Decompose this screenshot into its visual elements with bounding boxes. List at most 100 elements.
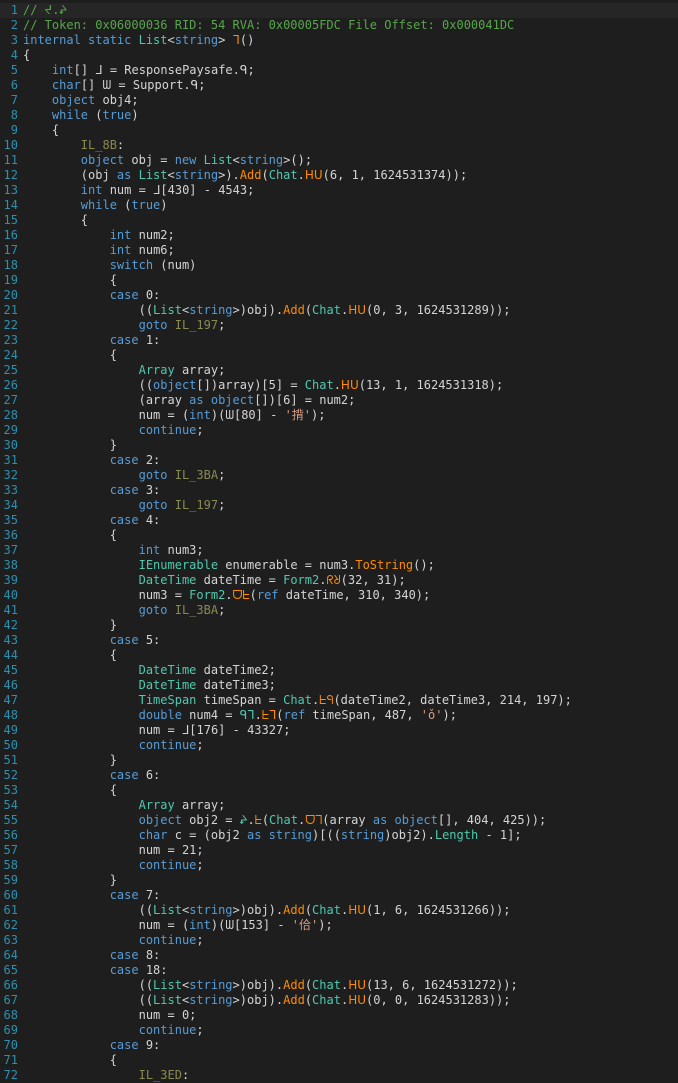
code-line[interactable]: 55 object obj2 = ᖨ.ᖶ(Chat.ᗜᒣ(array as ob… [0,813,678,828]
code-line[interactable]: 33 case 3: [0,483,678,498]
code-line[interactable]: 53 { [0,783,678,798]
code-line[interactable]: 7 object obj4; [0,93,678,108]
line-number: 36 [3,528,18,542]
code-line[interactable]: 13 int num = ᒧ[430] - 4543; [0,183,678,198]
code-line[interactable]: 32 goto IL_3BA; [0,468,678,483]
code-text: continue; [23,858,204,873]
code-line[interactable]: 59 } [0,873,678,888]
code-line[interactable]: 25 Array array; [0,363,678,378]
code-token-plain: } [23,618,117,632]
code-line[interactable]: 39 DateTime dateTime = Form2.ᖇᖈ(32, 31); [0,573,678,588]
code-line[interactable]: 45 DateTime dateTime2; [0,663,678,678]
code-token-plain: num = ( [23,408,190,422]
code-line[interactable]: 14 while (true) [0,198,678,213]
code-token-keyword: case [109,963,139,977]
code-line[interactable]: 21 ((List<string>)obj).Add(Chat.ᕼᑌ(0, 3,… [0,303,678,318]
code-line[interactable]: 64 case 8: [0,948,678,963]
code-text: Array array; [23,363,226,378]
code-line[interactable]: 16 int num2; [0,228,678,243]
code-line[interactable]: 65 case 18: [0,963,678,978]
code-line[interactable]: 29 continue; [0,423,678,438]
code-line[interactable]: 47 TimeSpan timeSpan = Chat.ᖶᑫ(dateTime2… [0,693,678,708]
code-line[interactable]: 66 ((List<string>)obj).Add(Chat.ᕼᑌ(13, 6… [0,978,678,993]
code-line[interactable]: 71 { [0,1053,678,1068]
code-text: // Token: 0x06000036 RID: 54 RVA: 0x0000… [23,18,514,33]
code-line[interactable]: 3 internal static List<string> ᒣ() [0,33,678,48]
code-line[interactable]: 42 } [0,618,678,633]
code-line[interactable]: 17 int num6; [0,243,678,258]
line-number: 23 [3,333,18,347]
code-line[interactable]: 34 goto IL_197; [0,498,678,513]
line-number: 18 [3,258,18,272]
code-line[interactable]: 19 { [0,273,678,288]
code-line[interactable]: 22 goto IL_197; [0,318,678,333]
code-line[interactable]: 67 ((List<string>)obj).Add(Chat.ᕼᑌ(0, 0,… [0,993,678,1008]
code-editor[interactable]: 1 // ᔪ.ᖨ 2 // Token: 0x06000036 RID: 54 RVA… [0,0,678,1082]
code-line[interactable]: 41 goto IL_3BA; [0,603,678,618]
code-line[interactable]: 27 (array as object[])[6] = num2; [0,393,678,408]
code-line[interactable]: 24 { [0,348,678,363]
code-line[interactable]: 60 case 7: [0,888,678,903]
code-line[interactable]: 15 { [0,213,678,228]
code-text: while (true) [23,108,139,123]
line-number: 57 [3,843,18,857]
code-token-plain: dateTime3; [196,678,276,692]
code-line[interactable]: 46 DateTime dateTime3; [0,678,678,693]
code-line[interactable]: 50 continue; [0,738,678,753]
line-number: 51 [3,753,18,767]
code-line[interactable]: 70 case 9: [0,1038,678,1053]
code-line[interactable]: 48 double num4 = ᑫᒣ.ᖶᒣ(ref timeSpan, 487… [0,708,678,723]
code-token-plain: num = ( [23,918,190,932]
code-line[interactable]: 23 case 1: [0,333,678,348]
code-line[interactable]: 61 ((List<string>)obj).Add(Chat.ᕼᑌ(1, 6,… [0,903,678,918]
code-line[interactable]: 43 case 5: [0,633,678,648]
code-line[interactable]: 12 (obj as List<string>).Add(Chat.ᕼᑌ(6, … [0,168,678,183]
code-token-keyword: int [80,183,103,197]
code-line[interactable]: 10 IL_8B: [0,138,678,153]
code-line[interactable]: 35 case 4: [0,513,678,528]
code-token-keyword: string [189,993,233,1007]
code-token-keyword: case [109,948,139,962]
code-line[interactable]: 11 object obj = new List<string>(); [0,153,678,168]
code-line[interactable]: 18 switch (num) [0,258,678,273]
code-line[interactable]: 36 { [0,528,678,543]
code-line[interactable]: 5 int[] ᒧ = ResponsePaysafe.ᑫ; [0,63,678,78]
code-line[interactable]: 62 num = (int)(ᗯ[153] - '佮'); [0,918,678,933]
code-line[interactable]: 57 num = 21; [0,843,678,858]
code-line[interactable]: 58 continue; [0,858,678,873]
code-line[interactable]: 8 while (true) [0,108,678,123]
code-line[interactable]: 31 case 2: [0,453,678,468]
code-line[interactable]: 9 { [0,123,678,138]
code-line[interactable]: 6 char[] ᗯ = Support.ᑫ; [0,78,678,93]
code-token-plain: (13, 6, 1624531272)); [366,978,518,992]
code-token-plain: (num) [153,258,197,272]
code-token-keyword: case [109,453,139,467]
line-number: 28 [3,408,18,422]
code-line[interactable]: 44 { [0,648,678,663]
code-token-plain: < [167,33,175,47]
code-line[interactable]: 4{ [0,48,678,63]
code-line[interactable]: 1 // ᔪ.ᖨ [0,3,678,18]
code-line[interactable]: 20 case 0: [0,288,678,303]
code-line[interactable]: 26 ((object[])array)[5] = Chat.ᕼᑌ(13, 1,… [0,378,678,393]
code-line[interactable]: 56 char c = (obj2 as string)[((string)ob… [0,828,678,843]
code-line[interactable]: 52 case 6: [0,768,678,783]
code-line[interactable]: 72 IL_3ED: [0,1068,678,1083]
code-line[interactable]: 68 num = 0; [0,1008,678,1023]
code-line[interactable]: 28 num = (int)(ᗯ[80] - '揹'); [0,408,678,423]
code-line[interactable]: 37 int num3; [0,543,678,558]
code-line[interactable]: 54 Array array; [0,798,678,813]
code-line[interactable]: 51 } [0,753,678,768]
line-number: 65 [3,963,18,977]
code-line[interactable]: 69 continue; [0,1023,678,1038]
code-line[interactable]: 38 IEnumerable enumerable = num3.ToStrin… [0,558,678,573]
code-line[interactable]: 40 num3 = Form2.ᗜᖶ(ref dateTime, 310, 34… [0,588,678,603]
code-line[interactable]: 49 num = ᒧ[176] - 43327; [0,723,678,738]
code-token-plain: ( [304,303,313,317]
code-line[interactable]: 2 // Token: 0x06000036 RID: 54 RVA: 0x000… [0,18,678,33]
line-number: 33 [3,483,18,497]
code-line[interactable]: 30 } [0,438,678,453]
code-token-label: IL_3ED [138,1068,182,1082]
code-line[interactable]: 63 continue; [0,933,678,948]
